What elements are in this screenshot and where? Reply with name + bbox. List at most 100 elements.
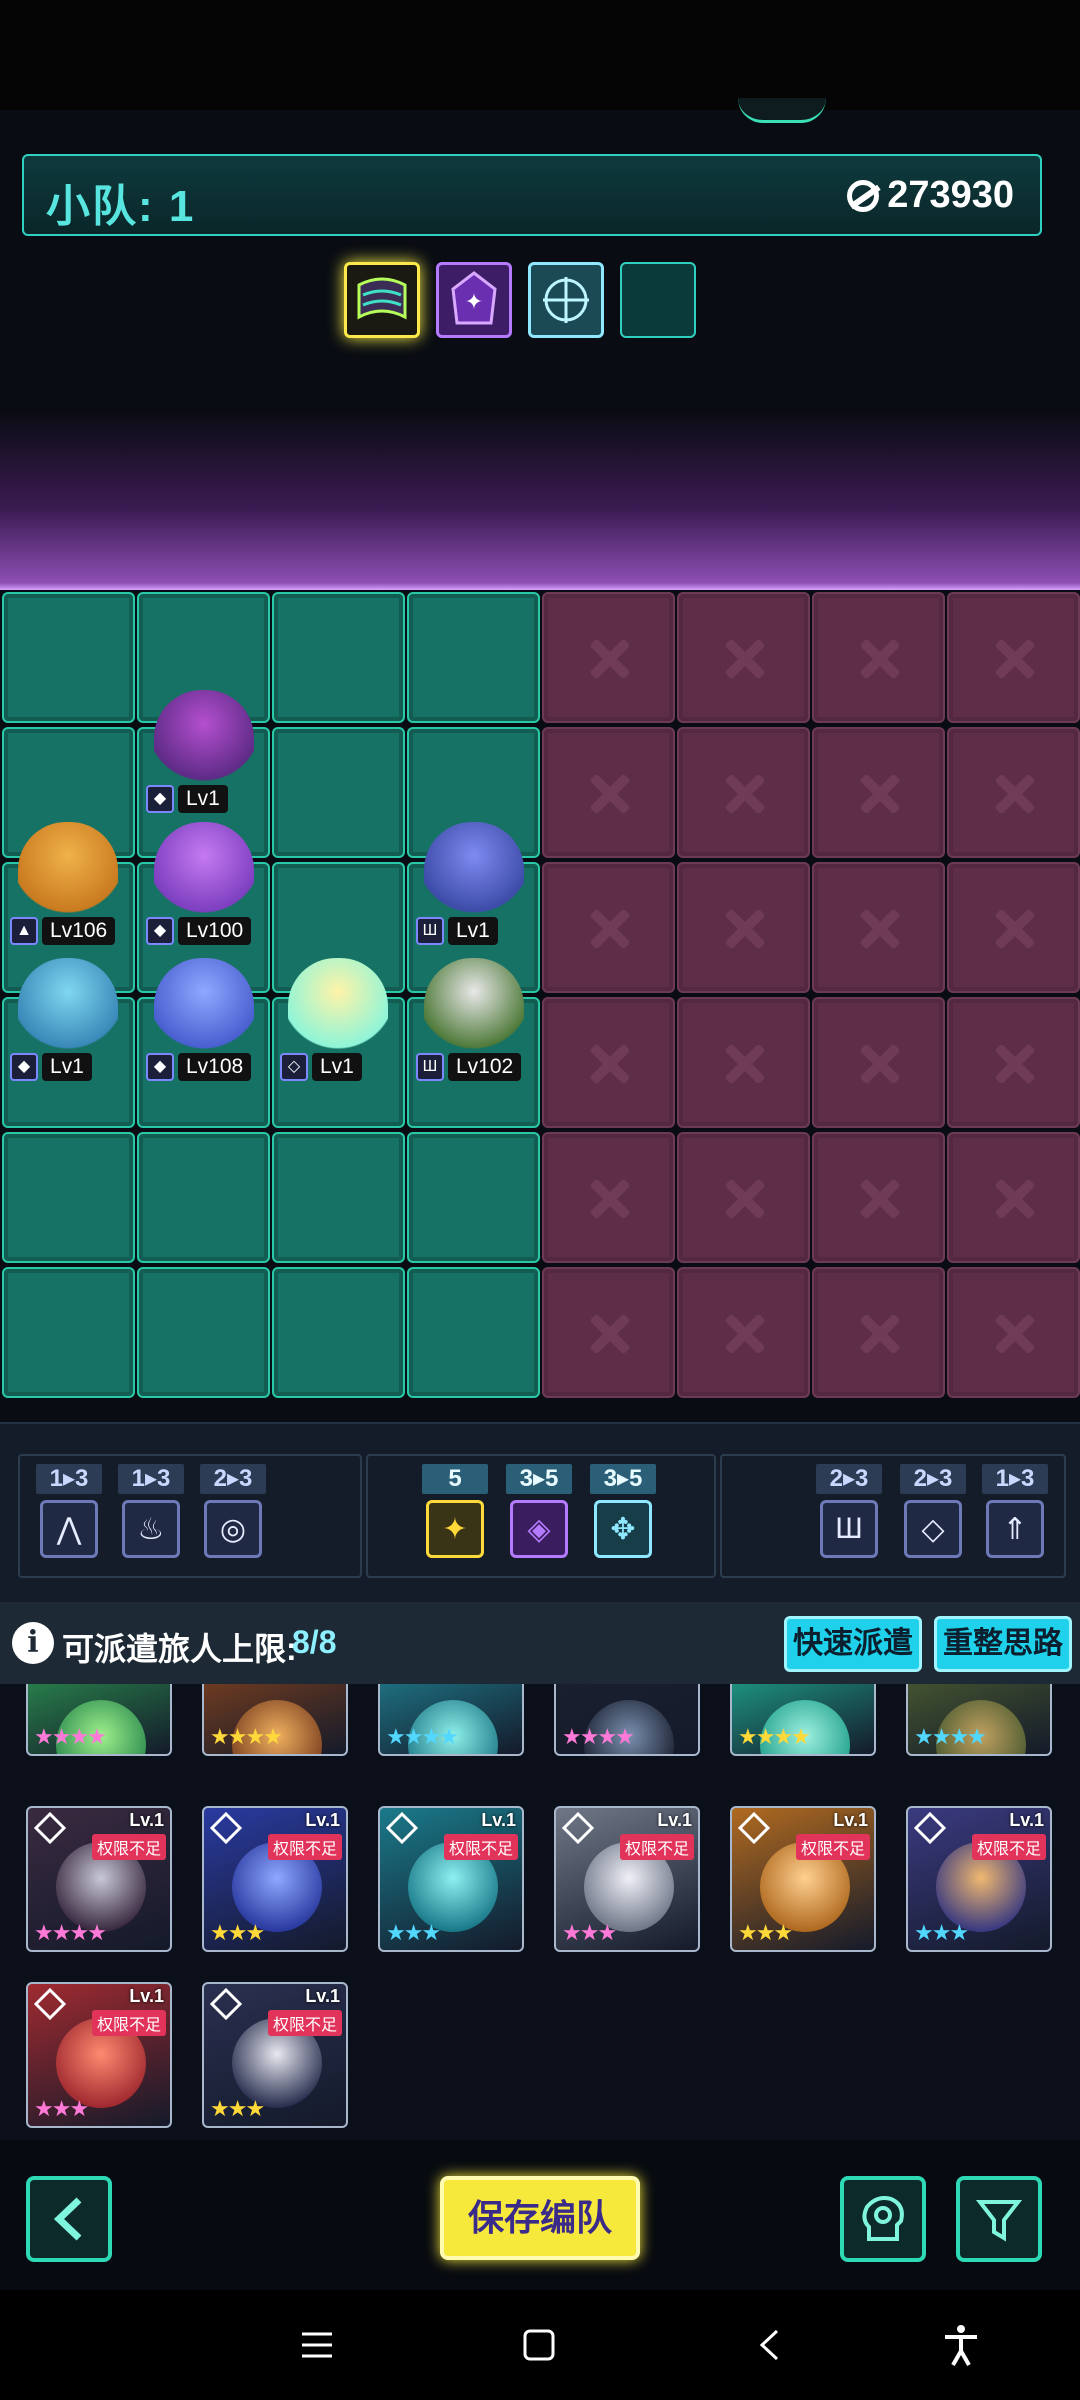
character-card[interactable]: ★★★★ [554, 1684, 700, 1756]
unit-on-grid[interactable]: ◆ Lv1 [142, 690, 262, 816]
home-icon[interactable] [514, 2320, 564, 2370]
character-card[interactable]: Lv.1 权限不足 ★★★ [26, 1982, 172, 2128]
character-card[interactable]: ★★★★ [730, 1684, 876, 1756]
character-card[interactable]: Lv.1 权限不足 ★★★ [202, 1806, 348, 1952]
insufficient-permission-badge: 权限不足 [443, 1834, 518, 1860]
back-button[interactable] [26, 2176, 112, 2262]
grid-cell-locked [812, 1267, 945, 1398]
character-card[interactable]: Lv.1 权限不足 ★★★ [906, 1806, 1052, 1952]
formation-empty-slot[interactable] [620, 262, 696, 338]
synergy-flame[interactable]: 1▸3 ♨ [118, 1464, 184, 1558]
formation-arrows-icon[interactable] [528, 262, 604, 338]
star-rating: ★★★ [210, 2096, 265, 2121]
unit-on-grid[interactable]: ◆ Lv108 [142, 958, 262, 1084]
synergy-count: 2▸3 [816, 1464, 882, 1494]
strategy-button[interactable] [840, 2176, 926, 2262]
reorganize-button[interactable]: 重整思路 [934, 1616, 1072, 1672]
back-nav-icon[interactable] [744, 2320, 794, 2370]
save-formation-button[interactable]: 保存编队 [440, 2176, 640, 2260]
unit-sprite [154, 958, 254, 1054]
synergy-sparkle[interactable]: 5 ✦ [422, 1464, 488, 1558]
formation-star-icon[interactable]: ✦ [436, 262, 512, 338]
unit-on-grid[interactable]: Ш Lv102 [412, 958, 532, 1084]
status-bar-area [0, 0, 1080, 110]
grid-cell-locked [947, 727, 1080, 858]
star-rating: ★★★★ [562, 1724, 635, 1749]
card-level: Lv.1 [129, 1986, 164, 2006]
accessibility-icon[interactable] [936, 2320, 986, 2370]
unit-on-grid[interactable]: ◆ Lv1 [6, 958, 126, 1084]
character-card[interactable]: ★★★★ [378, 1684, 524, 1756]
character-card[interactable]: ★★★★ [906, 1684, 1052, 1756]
star-rating: ★★★★ [914, 1724, 987, 1749]
character-card[interactable]: Lv.1 权限不足 ★★★★ [26, 1806, 172, 1952]
class-icon [209, 1987, 243, 2021]
grid-cell-ally[interactable] [272, 727, 405, 858]
character-card[interactable]: Lv.1 权限不足 ★★★ [202, 1982, 348, 2128]
synergy-mountain[interactable]: 1▸3 ⋀ [36, 1464, 102, 1558]
card-level: Lv.1 [833, 1810, 868, 1830]
unit-on-grid[interactable]: Ш Lv1 [412, 822, 532, 948]
character-card[interactable]: ★★★★ [26, 1684, 172, 1756]
grid-cell-ally[interactable] [272, 592, 405, 723]
character-roster[interactable]: ★★★★ ★★★★ ★★★★ ★★★★ ★★★★ ★★★★ Lv.1 权限不足 ★★★★ Lv.1… [0, 1684, 1080, 2140]
quick-dispatch-button[interactable]: 快速派遣 [784, 1616, 922, 1672]
star-rating: ★★★ [914, 1920, 969, 1945]
class-icon: ▲ [10, 917, 38, 945]
grid-cell-ally[interactable] [2, 1132, 135, 1263]
unit-level: Lv106 [42, 917, 116, 945]
class-icon [209, 1811, 243, 1845]
grid-cell-ally[interactable] [2, 592, 135, 723]
star-rating: ★★★ [210, 1920, 265, 1945]
synergy-cube[interactable]: 3▸5 ◈ [506, 1464, 572, 1558]
filter-button[interactable] [956, 2176, 1042, 2262]
insufficient-permission-badge: 权限不足 [619, 1834, 694, 1860]
power-icon [847, 179, 880, 212]
grid-cell-ally[interactable] [272, 1132, 405, 1263]
grid-cell-ally[interactable] [137, 1267, 270, 1398]
character-card[interactable]: Lv.1 权限不足 ★★★ [730, 1806, 876, 1952]
grid-cell-ally[interactable] [2, 1267, 135, 1398]
grid-cell-locked [542, 1132, 675, 1263]
unit-on-grid[interactable]: ◆ Lv100 [142, 822, 262, 948]
team-power: 273930 [847, 174, 1014, 217]
synergy-crosshair[interactable]: 3▸5 ✥ [590, 1464, 656, 1558]
head-gear-icon [862, 2196, 904, 2241]
grid-cell-ally[interactable] [137, 1132, 270, 1263]
synergy-shield[interactable]: 2▸3 Ш [816, 1464, 882, 1558]
character-card[interactable]: ★★★★ [202, 1684, 348, 1756]
info-icon[interactable]: i [12, 1622, 54, 1664]
synergy-count: 1▸3 [982, 1464, 1048, 1494]
unit-on-grid[interactable]: ▲ Lv106 [6, 822, 126, 948]
unit-level: Lv102 [448, 1053, 522, 1081]
synergy-diamond[interactable]: 2▸3 ◇ [900, 1464, 966, 1558]
synergy-count: 2▸3 [200, 1464, 266, 1494]
character-card[interactable]: Lv.1 权限不足 ★★★ [554, 1806, 700, 1952]
grid-cell-locked [677, 997, 810, 1128]
class-icon [33, 1987, 67, 2021]
grid-cell-ally[interactable] [407, 592, 540, 723]
team-title: 小队: 1 [46, 170, 195, 234]
grid-cell-locked [947, 862, 1080, 993]
grid-cell-ally[interactable] [407, 1267, 540, 1398]
recent-apps-icon[interactable] [292, 2320, 342, 2370]
star-rating: ★★★★ [386, 1724, 459, 1749]
system-nav-bar [0, 2290, 1080, 2400]
grid-cell-locked [947, 1132, 1080, 1263]
grid-cell-ally[interactable] [407, 1132, 540, 1263]
grid-cell-ally[interactable] [272, 1267, 405, 1398]
star-rating: ★★★★ [210, 1724, 283, 1749]
unit-on-grid[interactable]: ◇ Lv1 [276, 958, 396, 1084]
dispatch-limit-label: 可派遣旅人上限: [62, 1631, 297, 1667]
class-icon: Ш [416, 917, 444, 945]
synergy-swirl[interactable]: 2▸3 ◎ [200, 1464, 266, 1558]
synergy-arrow-up[interactable]: 1▸3 ⇑ [982, 1464, 1048, 1558]
character-card[interactable]: Lv.1 权限不足 ★★★ [378, 1806, 524, 1952]
unit-level-tag: Ш Lv102 [416, 1052, 522, 1082]
formation-wave-icon[interactable] [344, 262, 420, 338]
top-handle[interactable] [738, 98, 826, 123]
unit-level: Lv1 [178, 785, 228, 813]
grid-cell-locked [677, 1132, 810, 1263]
unit-sprite [424, 958, 524, 1054]
class-icon: ◆ [146, 917, 174, 945]
